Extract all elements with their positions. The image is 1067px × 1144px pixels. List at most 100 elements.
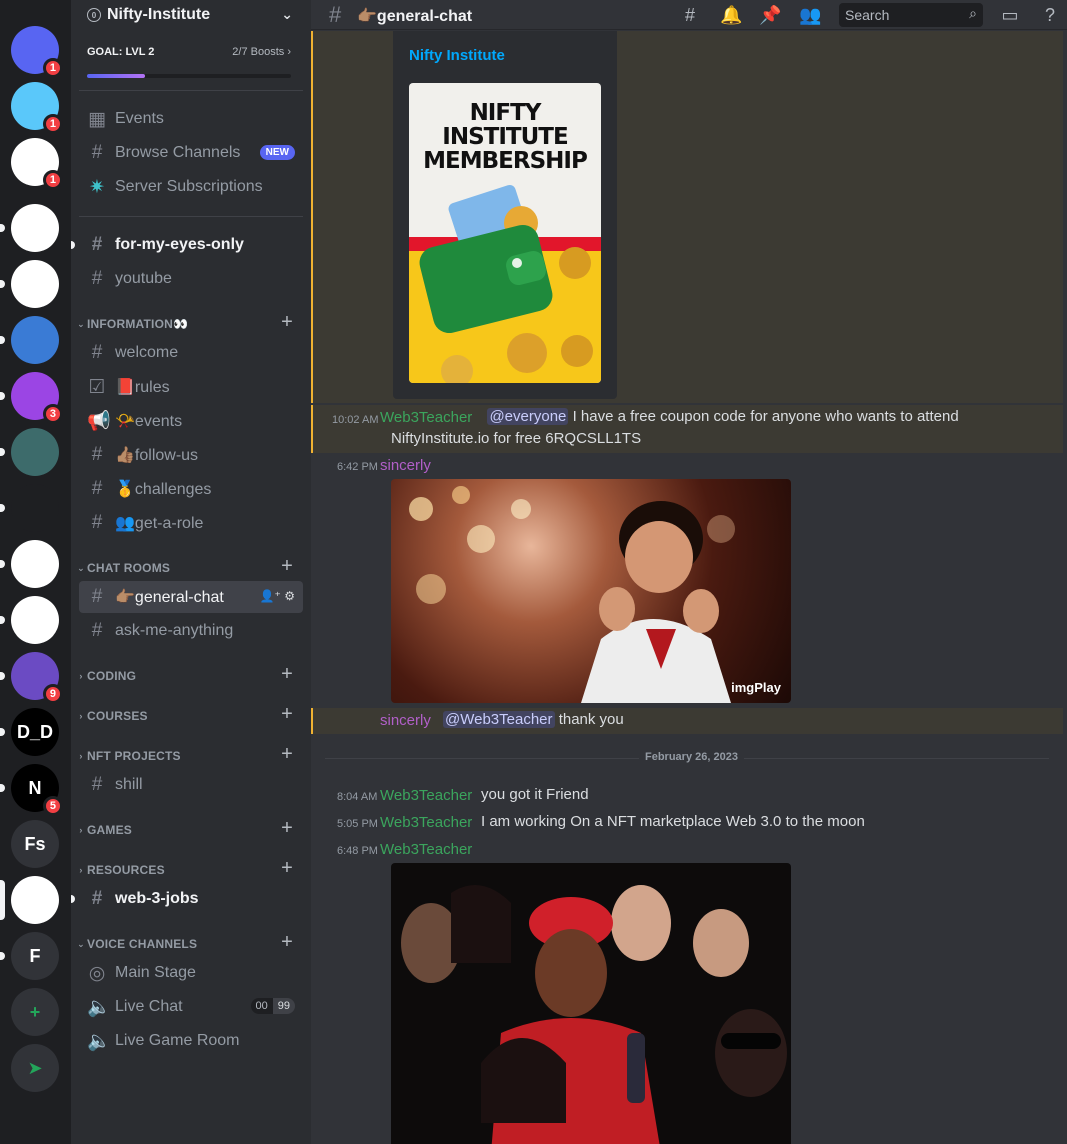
- channel-ask-me-anything[interactable]: # ask-me-anything: [79, 615, 303, 647]
- server-fs[interactable]: Fs: [11, 820, 59, 868]
- add-server[interactable]: +: [11, 988, 59, 1036]
- embed-title[interactable]: Nifty Institute: [409, 47, 505, 64]
- inbox-icon[interactable]: ▭: [999, 5, 1021, 25]
- channel-follow-us[interactable]: # 👍🏽follow-us: [79, 439, 303, 471]
- hashtag-icon: #: [91, 888, 103, 909]
- stage-icon: ◎: [88, 962, 106, 984]
- server-openai[interactable]: [0, 596, 59, 644]
- author-sincerly[interactable]: sincerly: [380, 457, 431, 474]
- add-channel-icon[interactable]: +: [281, 663, 293, 686]
- category-nft-projects[interactable]: › NFT PROJECTS +: [75, 743, 303, 766]
- channel-shill[interactable]: # shill: [79, 769, 303, 801]
- add-channel-icon[interactable]: +: [281, 857, 293, 880]
- chevron-right-icon: ›: [79, 671, 83, 681]
- server-header[interactable]: 0 Nifty-Institute ⌄: [71, 0, 311, 30]
- server-bird[interactable]: [0, 484, 59, 532]
- add-channel-icon[interactable]: +: [281, 703, 293, 726]
- gif-excited-crowd[interactable]: [391, 863, 791, 1144]
- add-channel-icon[interactable]: +: [281, 931, 293, 954]
- gear-icon[interactable]: ⚙: [284, 589, 295, 603]
- category-information[interactable]: ⌄ INFORMATION👀 +: [75, 311, 303, 334]
- server-indicator: [0, 880, 5, 920]
- channel-challenges[interactable]: # 🥇challenges: [79, 473, 303, 505]
- hashtag-icon: #: [91, 620, 103, 641]
- bell-icon[interactable]: 🔔: [720, 5, 742, 25]
- channel-live-game-room[interactable]: 🔈 Live Game Room: [79, 1025, 303, 1057]
- channel-general-chat[interactable]: # 👉🏽general-chat 👤⁺ ⚙: [79, 581, 303, 613]
- channel-events[interactable]: 📢 📯events: [79, 405, 303, 437]
- server-star[interactable]: 9: [0, 652, 63, 704]
- pin-icon[interactable]: 📌: [759, 5, 781, 25]
- server-bracket-a[interactable]: [0, 260, 59, 308]
- server-cube[interactable]: 3: [0, 372, 63, 424]
- server-sailboat-2[interactable]: [0, 204, 59, 252]
- hashtag-icon: #: [329, 2, 342, 27]
- search-input[interactable]: Search ⌕: [839, 3, 983, 27]
- gif-celebrating-girl[interactable]: imgPlay: [391, 479, 791, 703]
- explore[interactable]: ➤: [11, 1044, 59, 1092]
- channel-youtube[interactable]: # youtube: [79, 263, 303, 295]
- girl-image: [409, 486, 735, 703]
- server-label: N: [28, 777, 42, 798]
- members-icon[interactable]: 👥: [799, 5, 821, 25]
- threads-icon[interactable]: #: [679, 5, 701, 25]
- add-channel-icon[interactable]: +: [281, 817, 293, 840]
- help-icon[interactable]: ?: [1039, 5, 1061, 25]
- channel-get-a-role[interactable]: # 👥get-a-role: [79, 507, 303, 539]
- category-games[interactable]: › GAMES +: [75, 817, 303, 840]
- sidebar-item-browse-channels[interactable]: # Browse Channels NEW: [79, 137, 303, 169]
- mention-everyone[interactable]: @everyone: [487, 408, 569, 425]
- date-divider: February 26, 2023: [325, 751, 1049, 763]
- boost-badge: 0: [87, 8, 101, 22]
- divider: [79, 216, 303, 217]
- new-badge: NEW: [259, 145, 295, 160]
- server-n[interactable]: N5: [0, 764, 63, 816]
- server-indicator: [0, 952, 5, 960]
- discord-home[interactable]: 1: [11, 26, 63, 78]
- server-nifty[interactable]: [0, 876, 59, 924]
- server-smiley[interactable]: 1: [11, 82, 63, 134]
- channel-live-chat[interactable]: 🔈 Live Chat 00 99: [79, 991, 303, 1023]
- timestamp: 5:05 PM: [337, 818, 378, 830]
- boost-goal[interactable]: GOAL: LVL 2 2/7 Boosts ›: [87, 46, 291, 78]
- server-indicator: [0, 560, 5, 568]
- author-web3teacher[interactable]: Web3Teacher: [380, 814, 472, 831]
- category-coding[interactable]: › CODING +: [75, 663, 303, 686]
- category-chat-rooms[interactable]: ⌄ CHAT ROOMS +: [75, 555, 303, 578]
- mention-badge: 3: [42, 404, 63, 424]
- author-sincerly[interactable]: sincerly: [380, 712, 431, 729]
- server-avatar[interactable]: [0, 428, 59, 476]
- timestamp: 8:04 AM: [337, 791, 378, 803]
- server-ring[interactable]: [0, 540, 59, 588]
- server-f[interactable]: F: [0, 932, 59, 980]
- category-resources[interactable]: › RESOURCES +: [75, 857, 303, 880]
- channel-web-3-jobs[interactable]: # web-3-jobs: [71, 883, 303, 915]
- add-channel-icon[interactable]: +: [281, 311, 293, 334]
- channel-for-my-eyes-only[interactable]: # for-my-eyes-only: [71, 229, 303, 261]
- server-indicator: [0, 448, 5, 456]
- author-web3teacher[interactable]: Web3Teacher: [380, 787, 472, 804]
- channel-main-stage[interactable]: ◎ Main Stage: [79, 957, 303, 989]
- wallet-image: [419, 184, 593, 383]
- chevron-right-icon: ›: [79, 711, 83, 721]
- server-rail: 1 1 1 3 9 D_D N 5 Fs F + ➤: [0, 0, 71, 1144]
- category-voice-channels[interactable]: ⌄ VOICE CHANNELS +: [75, 931, 303, 954]
- add-channel-icon[interactable]: +: [281, 555, 293, 578]
- author-web3teacher[interactable]: Web3Teacher: [380, 841, 472, 858]
- server-indicator: [0, 672, 5, 680]
- category-courses[interactable]: › COURSES +: [75, 703, 303, 726]
- server-headset[interactable]: [0, 316, 59, 364]
- sidebar-item-events[interactable]: ▦ Events: [79, 103, 303, 135]
- calendar-icon: ▦: [88, 108, 106, 130]
- add-channel-icon[interactable]: +: [281, 743, 293, 766]
- invite-icon[interactable]: 👤⁺: [260, 589, 281, 603]
- sidebar-item-server-subscriptions[interactable]: ✷ Server Subscriptions: [79, 171, 303, 203]
- mention-web3teacher[interactable]: @Web3Teacher: [443, 711, 555, 728]
- server-sailboat-1[interactable]: 1: [11, 138, 63, 190]
- channel-sidebar: 0 Nifty-Institute ⌄ GOAL: LVL 2 2/7 Boos…: [71, 0, 311, 1144]
- channel-welcome[interactable]: # welcome: [79, 337, 303, 369]
- server-dd[interactable]: D_D: [0, 708, 59, 756]
- channel-rules[interactable]: ☑ 📕rules: [79, 371, 303, 403]
- server-indicator: [0, 392, 5, 400]
- membership-poster[interactable]: NIFTY INSTITUTE MEMBERSHIP: [409, 83, 601, 383]
